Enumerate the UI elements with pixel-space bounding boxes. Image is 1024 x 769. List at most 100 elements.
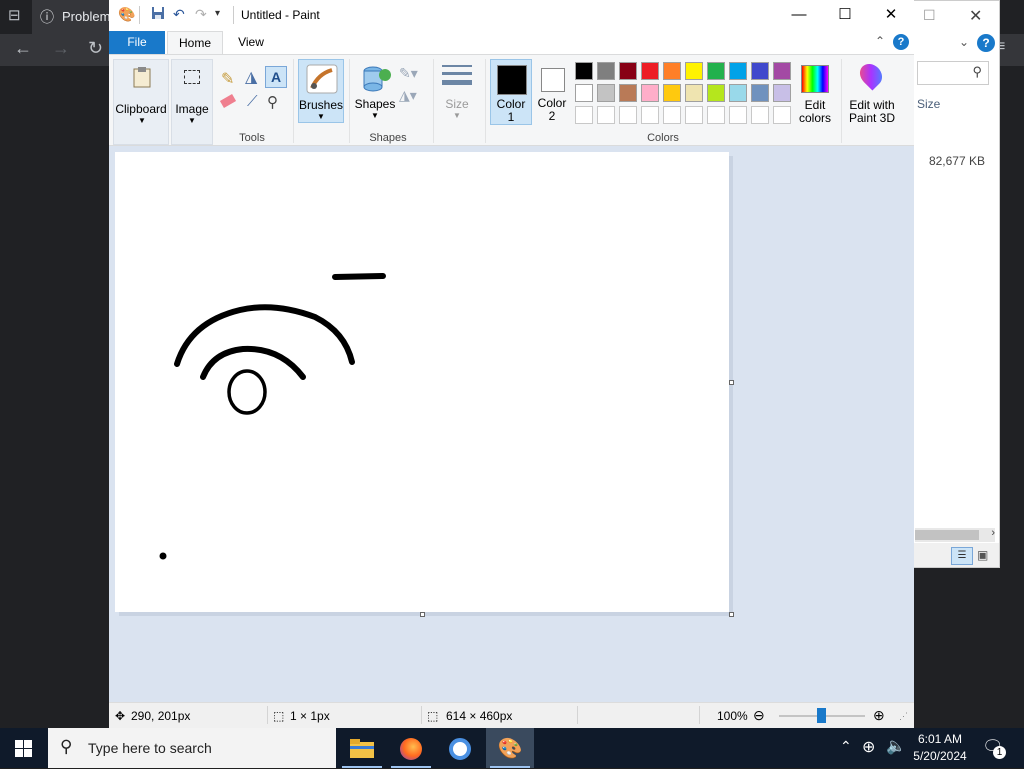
color-picker-icon[interactable]: ⟋ [247, 93, 258, 110]
custom-color-slot[interactable] [707, 106, 725, 124]
custom-color-slot[interactable] [751, 106, 769, 124]
close-icon[interactable]: ✕ [969, 6, 982, 26]
palette-swatch[interactable] [575, 84, 593, 102]
custom-color-slot[interactable] [663, 106, 681, 124]
forward-arrow-icon[interactable]: → [52, 38, 70, 59]
action-center-button[interactable]: 🗨 1 [982, 736, 1006, 759]
zoom-in-button[interactable]: ⊕ [873, 707, 885, 724]
paint-app-icon[interactable]: 🎨 [118, 6, 135, 23]
pencil-icon[interactable]: ✎ [221, 69, 234, 89]
taskbar-firefox[interactable] [387, 728, 435, 768]
large-icons-view-icon[interactable]: ▣ [977, 548, 988, 562]
edit-with-paint3d-button[interactable]: Edit with Paint 3D [843, 59, 901, 129]
palette-swatch[interactable] [663, 84, 681, 102]
color1-button[interactable]: Color 1 [490, 59, 532, 125]
browser-tab[interactable]: ⓘ Problem [32, 0, 112, 34]
palette-swatch[interactable] [619, 62, 637, 80]
chevron-down-icon[interactable]: ⌄ [959, 35, 969, 49]
taskbar-file-explorer[interactable] [338, 728, 386, 768]
palette-swatch[interactable] [685, 84, 703, 102]
resize-handle-right[interactable] [729, 380, 734, 385]
minimize-button[interactable]: — [776, 0, 822, 30]
clipboard-button[interactable]: Clipboard ▼ [113, 59, 169, 145]
clock[interactable]: 6:01 AM 5/20/2024 [908, 731, 972, 765]
custom-color-slot[interactable] [597, 106, 615, 124]
palette-swatch[interactable] [663, 62, 681, 80]
taskbar-search-input[interactable]: ⚲ Type here to search [48, 728, 336, 768]
eraser-icon[interactable] [219, 94, 237, 108]
palette-swatch[interactable] [575, 62, 593, 80]
palette-swatch[interactable] [773, 84, 791, 102]
fill-icon[interactable]: ◮ [245, 67, 257, 87]
maximize-icon[interactable]: ☐ [923, 7, 936, 24]
palette-swatch[interactable] [641, 62, 659, 80]
palette-swatch[interactable] [707, 62, 725, 80]
text-icon[interactable]: A [265, 66, 287, 88]
custom-color-slot[interactable] [641, 106, 659, 124]
outline-icon[interactable]: ✎▾ [399, 65, 418, 82]
zoom-out-button[interactable]: ⊖ [753, 707, 765, 724]
collapse-ribbon-icon[interactable]: ⌃ [875, 34, 885, 48]
custom-color-slot[interactable] [619, 106, 637, 124]
tab-view[interactable]: View [225, 31, 277, 54]
size-line-thin [442, 65, 472, 67]
network-icon[interactable]: ⊕ [862, 737, 875, 757]
custom-color-slot[interactable] [729, 106, 747, 124]
maximize-button[interactable]: ☐ [822, 0, 868, 30]
custom-color-slot[interactable] [685, 106, 703, 124]
size-column-header[interactable]: Size [917, 97, 940, 111]
drawing-canvas[interactable] [115, 152, 729, 612]
resize-handle-bottom[interactable] [420, 612, 425, 617]
start-button[interactable] [0, 728, 48, 768]
brushes-label: Brushes [299, 98, 344, 112]
tab-search-icon[interactable]: ⊟ [8, 6, 21, 24]
zoom-slider-thumb[interactable] [817, 708, 826, 723]
custom-color-slot[interactable] [773, 106, 791, 124]
explorer-horizontal-scrollbar[interactable]: › [915, 527, 995, 542]
palette-swatch[interactable] [597, 62, 615, 80]
brushes-button[interactable]: Brushes ▼ [298, 59, 344, 123]
magnifier-icon[interactable]: ⚲ [267, 93, 278, 111]
image-button[interactable]: Image ▼ [171, 59, 213, 145]
back-arrow-icon[interactable]: ← [14, 38, 32, 59]
palette-swatch[interactable] [597, 84, 615, 102]
custom-color-slot[interactable] [575, 106, 593, 124]
volume-muted-icon[interactable]: 🔈 [886, 736, 906, 756]
taskbar-chrome[interactable] [436, 728, 484, 768]
save-icon[interactable] [151, 6, 165, 23]
scrollbar-thumb[interactable] [915, 530, 979, 540]
help-icon[interactable]: ? [977, 34, 995, 52]
shapes-button[interactable]: Shapes ▼ [353, 59, 397, 123]
palette-swatch[interactable] [641, 84, 659, 102]
tab-file[interactable]: File [109, 31, 165, 54]
size-button[interactable]: Size ▼ [439, 59, 475, 123]
explorer-search-input[interactable]: ⚲ [917, 61, 989, 85]
fill-shape-icon[interactable]: ◮▾ [399, 87, 417, 104]
reload-icon[interactable]: ↻ [88, 38, 103, 59]
redo-icon[interactable]: ↷ [195, 6, 207, 23]
resize-grip-icon[interactable]: ⋰ [899, 711, 908, 722]
tab-home[interactable]: Home [167, 31, 223, 55]
help-icon[interactable]: ? [893, 34, 909, 50]
customize-quick-access-icon[interactable]: ▾ [215, 8, 220, 19]
scroll-right-icon[interactable]: › [991, 527, 995, 539]
palette-swatch[interactable] [707, 84, 725, 102]
show-hidden-icons-icon[interactable]: ⌃ [840, 738, 852, 755]
palette-swatch[interactable] [751, 84, 769, 102]
undo-icon[interactable]: ↶ [173, 6, 185, 23]
palette-swatch[interactable] [685, 62, 703, 80]
palette-swatch[interactable] [751, 62, 769, 80]
resize-handle-corner[interactable] [729, 612, 734, 617]
shapes-group-label: Shapes [369, 132, 407, 144]
palette-swatch[interactable] [729, 84, 747, 102]
close-button[interactable]: ✕ [868, 0, 914, 30]
edit-colors-button[interactable]: Edit colors [795, 59, 835, 129]
details-view-icon[interactable]: ☰ [951, 547, 973, 565]
taskbar-paint[interactable]: 🎨 [486, 728, 534, 768]
palette-swatch[interactable] [619, 84, 637, 102]
select-icon [184, 70, 200, 84]
palette-swatch[interactable] [729, 62, 747, 80]
palette-swatch[interactable] [773, 62, 791, 80]
color2-button[interactable]: Color 2 [534, 59, 570, 125]
dropdown-arrow-icon: ▼ [453, 111, 461, 120]
